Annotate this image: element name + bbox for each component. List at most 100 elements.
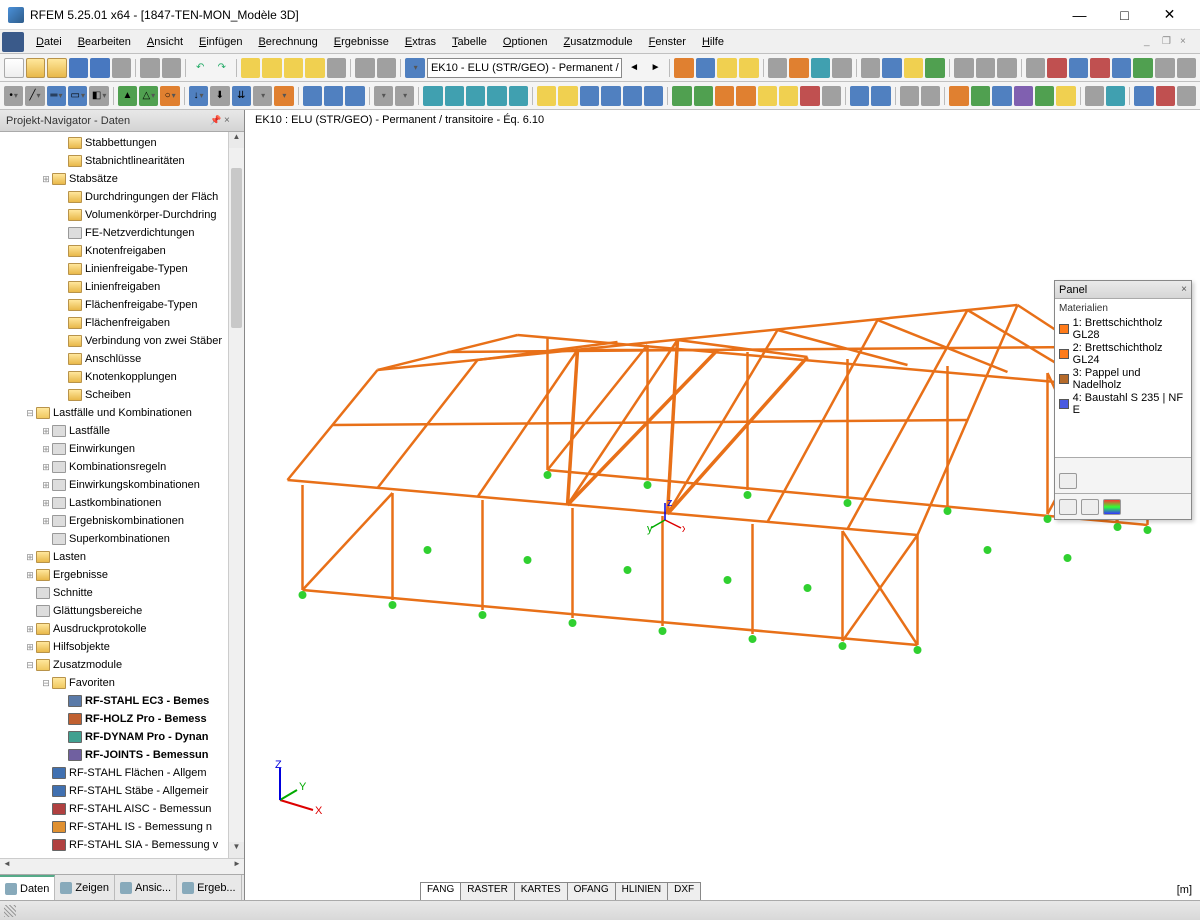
tree-item[interactable]: ⊞Lasten (0, 549, 228, 565)
tree-item[interactable]: Linienfreigabe-Typen (0, 261, 228, 277)
view-2-button[interactable] (882, 58, 902, 78)
mdi-min-icon[interactable]: _ (1144, 36, 1158, 48)
open-recent-button[interactable] (47, 58, 67, 78)
scroll-up-icon[interactable]: ▲ (229, 132, 244, 148)
tree-item[interactable]: ⊟Zusatzmodule (0, 657, 228, 673)
tree-item[interactable]: Flächenfreigaben (0, 315, 228, 331)
next-button[interactable]: ► (646, 58, 666, 78)
dim-1-button[interactable] (374, 86, 393, 106)
nav-tab-ergeb...[interactable]: Ergeb... (177, 875, 242, 900)
tree-item[interactable]: Durchdringungen der Fläch (0, 189, 228, 205)
tree-item[interactable]: RF-STAHL Flächen - Allgem (0, 765, 228, 781)
tool-b-button[interactable] (1047, 58, 1067, 78)
tool-a-button[interactable] (1026, 58, 1046, 78)
print-button[interactable] (112, 58, 132, 78)
solid-button[interactable]: ◧ (89, 86, 108, 106)
grid-button[interactable] (327, 58, 347, 78)
front-button[interactable] (623, 86, 642, 106)
menu-optionen[interactable]: Optionen (495, 33, 556, 51)
panel-close-icon[interactable]: × (1181, 284, 1187, 295)
tree-item[interactable]: Knotenkopplungen (0, 369, 228, 385)
new-button[interactable] (4, 58, 24, 78)
sec-2-button[interactable] (445, 86, 464, 106)
ext-7-button[interactable] (1085, 86, 1104, 106)
tree-item[interactable]: ⊞Kombinationsregeln (0, 459, 228, 475)
nav-tab-ansic...[interactable]: Ansic... (115, 875, 177, 900)
side-button[interactable] (644, 86, 663, 106)
ext-6-button[interactable] (1056, 86, 1075, 106)
menu-extras[interactable]: Extras (397, 33, 444, 51)
tree-item[interactable]: RF-STAHL AISC - Bemessun (0, 801, 228, 817)
paste-button[interactable] (162, 58, 182, 78)
rotate-button[interactable] (305, 58, 325, 78)
ax-2-button[interactable] (871, 86, 890, 106)
snap-tab-kartes[interactable]: KARTES (514, 882, 568, 900)
loadcase-nav-button[interactable] (405, 58, 425, 78)
prev-button[interactable]: ◄ (624, 58, 644, 78)
calc-button[interactable] (674, 58, 694, 78)
tree-item[interactable]: Flächenfreigabe-Typen (0, 297, 228, 313)
tool-g-button[interactable] (1155, 58, 1175, 78)
open-button[interactable] (26, 58, 46, 78)
display-4-button[interactable] (832, 58, 852, 78)
tree-item[interactable]: ⊟Lastfälle und Kombinationen (0, 405, 228, 421)
menu-einfügen[interactable]: Einfügen (191, 33, 250, 51)
load-4-button[interactable] (253, 86, 272, 106)
ext-9-button[interactable] (1134, 86, 1153, 106)
ext-1-button[interactable] (949, 86, 968, 106)
protocol-button[interactable] (377, 58, 397, 78)
tool-c-button[interactable] (1069, 58, 1089, 78)
nav-tab-zeigen[interactable]: Zeigen (55, 875, 115, 900)
view-3-button[interactable] (904, 58, 924, 78)
support-line-button[interactable]: △ (139, 86, 158, 106)
menu-datei[interactable]: Datei (28, 33, 70, 51)
vis-1-button[interactable] (672, 86, 691, 106)
tree-item[interactable]: Linienfreigaben (0, 279, 228, 295)
panel-tool-1[interactable] (1059, 473, 1077, 489)
save-button[interactable] (69, 58, 89, 78)
vis-6-button[interactable] (779, 86, 798, 106)
edit-3-button[interactable] (345, 86, 364, 106)
ext-11-button[interactable] (1177, 86, 1196, 106)
tree-item[interactable]: RF-STAHL SIA - Bemessung v (0, 837, 228, 853)
load-1-button[interactable]: ↓ (189, 86, 208, 106)
tree-item[interactable]: RF-HOLZ Pro - Bemess (0, 711, 228, 727)
undo-button[interactable]: ↶ (190, 58, 210, 78)
node-button[interactable]: • (4, 86, 23, 106)
menu-fenster[interactable]: Fenster (641, 33, 694, 51)
tree-item[interactable]: Superkombinationen (0, 531, 228, 547)
tree-item[interactable]: RF-DYNAM Pro - Dynan (0, 729, 228, 745)
mesh-button[interactable] (696, 58, 716, 78)
menu-bearbeiten[interactable]: Bearbeiten (70, 33, 139, 51)
tree-item[interactable]: RF-JOINTS - Bemessun (0, 747, 228, 763)
surface-button[interactable]: ▭ (68, 86, 87, 106)
mdi-icon[interactable] (2, 32, 24, 52)
tree-item[interactable]: ⊞Ausdruckprotokolle (0, 621, 228, 637)
pin-icon[interactable]: 📌 (210, 115, 224, 126)
load-2-button[interactable]: ⬇ (210, 86, 229, 106)
loadcase-combo[interactable]: EK10 - ELU (STR/GEO) - Permanent / tra▾ (427, 58, 622, 78)
snap-tab-fang[interactable]: FANG (420, 882, 461, 900)
zoom-button[interactable] (284, 58, 304, 78)
minimize-button[interactable]: — (1057, 1, 1102, 29)
zoom-win-button[interactable] (558, 86, 577, 106)
ext-5-button[interactable] (1035, 86, 1054, 106)
results-toggle-button[interactable] (717, 58, 737, 78)
ext-4-button[interactable] (1014, 86, 1033, 106)
menu-tabelle[interactable]: Tabelle (444, 33, 495, 51)
tool-e-button[interactable] (1112, 58, 1132, 78)
display-3-button[interactable] (811, 58, 831, 78)
hscroll-right-icon[interactable]: ► (230, 859, 244, 874)
line-button[interactable]: ╱ (25, 86, 44, 106)
tree-item[interactable]: Stabnichtlinearitäten (0, 153, 228, 169)
display-2-button[interactable] (789, 58, 809, 78)
tree-item[interactable]: ⊞Einwirkungskombinationen (0, 477, 228, 493)
tree-item[interactable]: Volumenkörper-Durchdring (0, 207, 228, 223)
view-4-button[interactable] (925, 58, 945, 78)
ms-2-button[interactable] (921, 86, 940, 106)
load-3-button[interactable]: ⇊ (232, 86, 251, 106)
tree-item[interactable]: ⊞Hilfsobjekte (0, 639, 228, 655)
tree-item[interactable]: Glättungsbereiche (0, 603, 228, 619)
ms-1-button[interactable] (900, 86, 919, 106)
close-button[interactable]: ✕ (1147, 1, 1192, 29)
